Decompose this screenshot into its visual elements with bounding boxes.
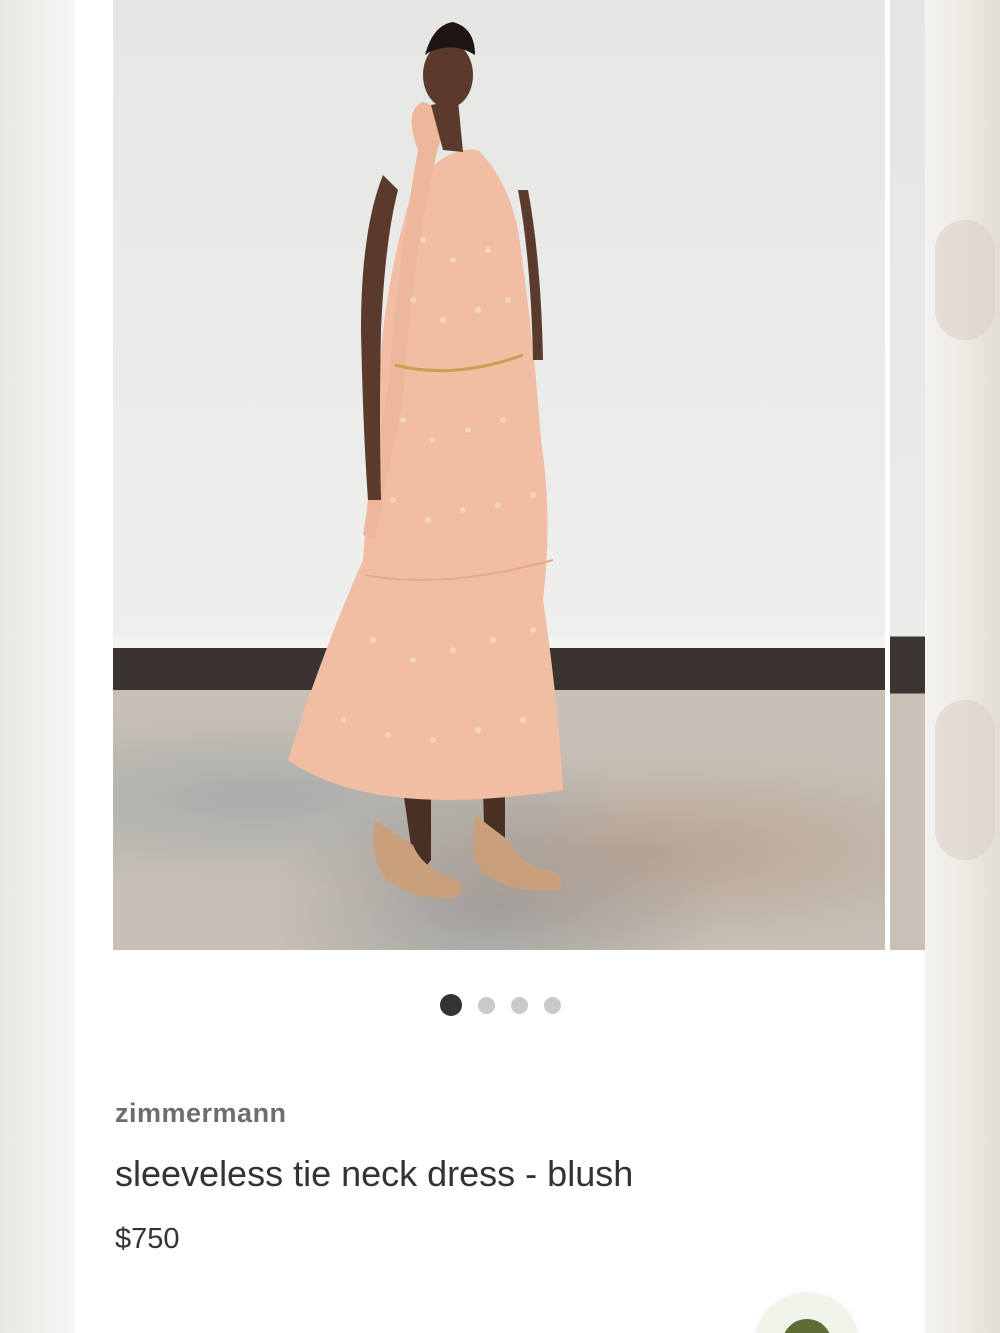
product-price: $750 <box>115 1223 180 1255</box>
product-card: zimmermann sleeveless tie neck dress - b… <box>75 0 925 1333</box>
carousel-dot-2[interactable] <box>477 996 495 1014</box>
product-brand[interactable]: zimmermann <box>115 1098 287 1129</box>
floating-action-button[interactable] <box>755 1293 859 1333</box>
background-blur-right <box>925 0 1000 1333</box>
product-title: sleeveless tie neck dress - blush <box>115 1153 634 1194</box>
product-image[interactable] <box>113 0 885 950</box>
screen: zimmermann sleeveless tie neck dress - b… <box>0 0 1000 1333</box>
background-blur-left <box>0 0 75 1333</box>
carousel-dot-1[interactable] <box>439 994 462 1016</box>
next-image-peek[interactable] <box>890 0 925 950</box>
fab-icon <box>782 1319 832 1333</box>
carousel-pagination <box>75 993 925 1017</box>
carousel-dot-4[interactable] <box>543 996 561 1014</box>
carousel-dot-3[interactable] <box>510 996 528 1014</box>
model-figure <box>113 22 885 899</box>
